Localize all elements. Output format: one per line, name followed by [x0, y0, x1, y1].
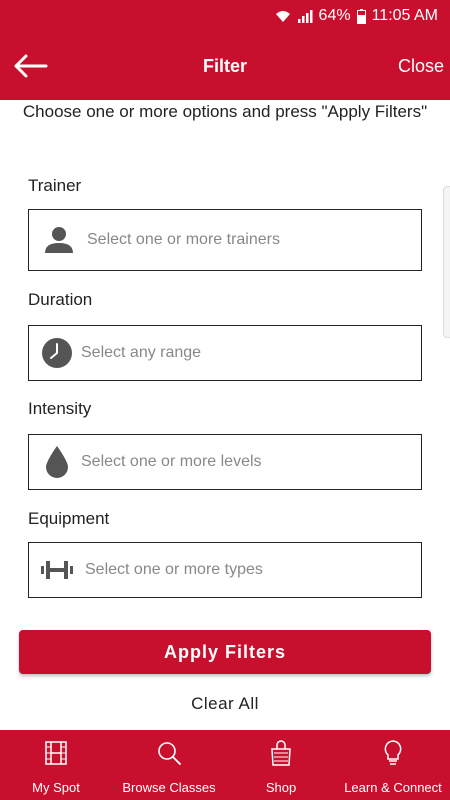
wifi-icon — [275, 9, 291, 23]
signal-icon — [297, 9, 313, 23]
clock-icon — [39, 335, 75, 371]
trainer-label: Trainer — [28, 176, 82, 195]
intensity-select[interactable]: Select one or more levels — [28, 434, 422, 490]
status-bar: 64% 11:05 AM — [0, 0, 450, 32]
trainer-placeholder: Select one or more trainers — [87, 231, 280, 248]
drop-icon — [39, 444, 75, 480]
duration-label: Duration — [28, 290, 93, 309]
lightbulb-icon — [383, 740, 403, 766]
nav-browse-classes[interactable]: Browse Classes — [112, 730, 226, 800]
battery-icon — [356, 8, 366, 24]
duration-select[interactable]: Select any range — [28, 325, 422, 381]
clear-all-button[interactable]: Clear All — [0, 694, 450, 714]
equipment-label: Equipment — [28, 509, 110, 528]
nav-label: Learn & Connect — [344, 780, 442, 795]
shopping-bag-icon — [270, 740, 292, 766]
film-icon — [45, 740, 67, 766]
equipment-select[interactable]: Select one or more types — [28, 542, 422, 598]
nav-my-spot[interactable]: My Spot — [0, 730, 112, 800]
page-title: Filter — [202, 55, 247, 76]
search-icon — [157, 740, 181, 766]
apply-filters-button[interactable]: Apply Filters — [19, 630, 431, 674]
nav-label: Shop — [265, 780, 297, 795]
duration-placeholder: Select any range — [81, 344, 202, 361]
battery-percent: 64% — [318, 7, 351, 24]
app-bar: Filter Close — [0, 32, 450, 100]
nav-shop[interactable]: Shop — [226, 730, 336, 800]
trainer-select[interactable]: Select one or more trainers — [28, 209, 422, 271]
equipment-placeholder: Select one or more types — [85, 561, 263, 578]
intensity-placeholder: Select one or more levels — [81, 453, 262, 470]
scroll-indicator[interactable] — [443, 186, 450, 338]
nav-label: My Spot — [32, 780, 80, 795]
dumbbell-icon — [39, 552, 75, 588]
intensity-label: Intensity — [28, 399, 92, 418]
clock-time: 11:05 AM — [371, 7, 438, 24]
close-button[interactable]: Close — [398, 32, 444, 100]
bottom-nav: My Spot Browse Classes Shop Learn & Conn… — [0, 730, 450, 800]
nav-learn-connect[interactable]: Learn & Connect — [336, 730, 450, 800]
person-icon — [41, 222, 77, 258]
nav-label: Browse Classes — [122, 780, 216, 795]
instruction-text: Choose one or more options and press "Ap… — [22, 102, 428, 121]
